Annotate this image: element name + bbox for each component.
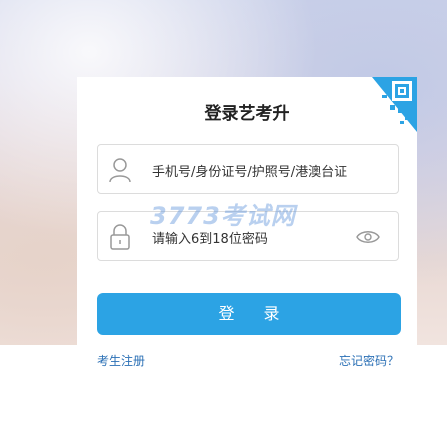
eye-icon[interactable] [356, 229, 380, 245]
forgot-password-link[interactable]: 忘记密码？ [339, 352, 399, 369]
page-title: 登录艺考升 [204, 104, 290, 124]
lock-icon [108, 224, 132, 250]
user-icon [108, 157, 132, 183]
register-link[interactable]: 考生注册 [97, 352, 145, 369]
qr-code-icon[interactable] [372, 77, 417, 132]
account-field[interactable]: 手机号/身份证号/护照号/港澳台证 [97, 144, 399, 194]
login-button[interactable]: 登 录 [97, 293, 401, 335]
site-watermark: 3773考试网 [150, 202, 296, 230]
account-input-placeholder: 手机号/身份证号/护照号/港澳台证 [152, 165, 348, 180]
